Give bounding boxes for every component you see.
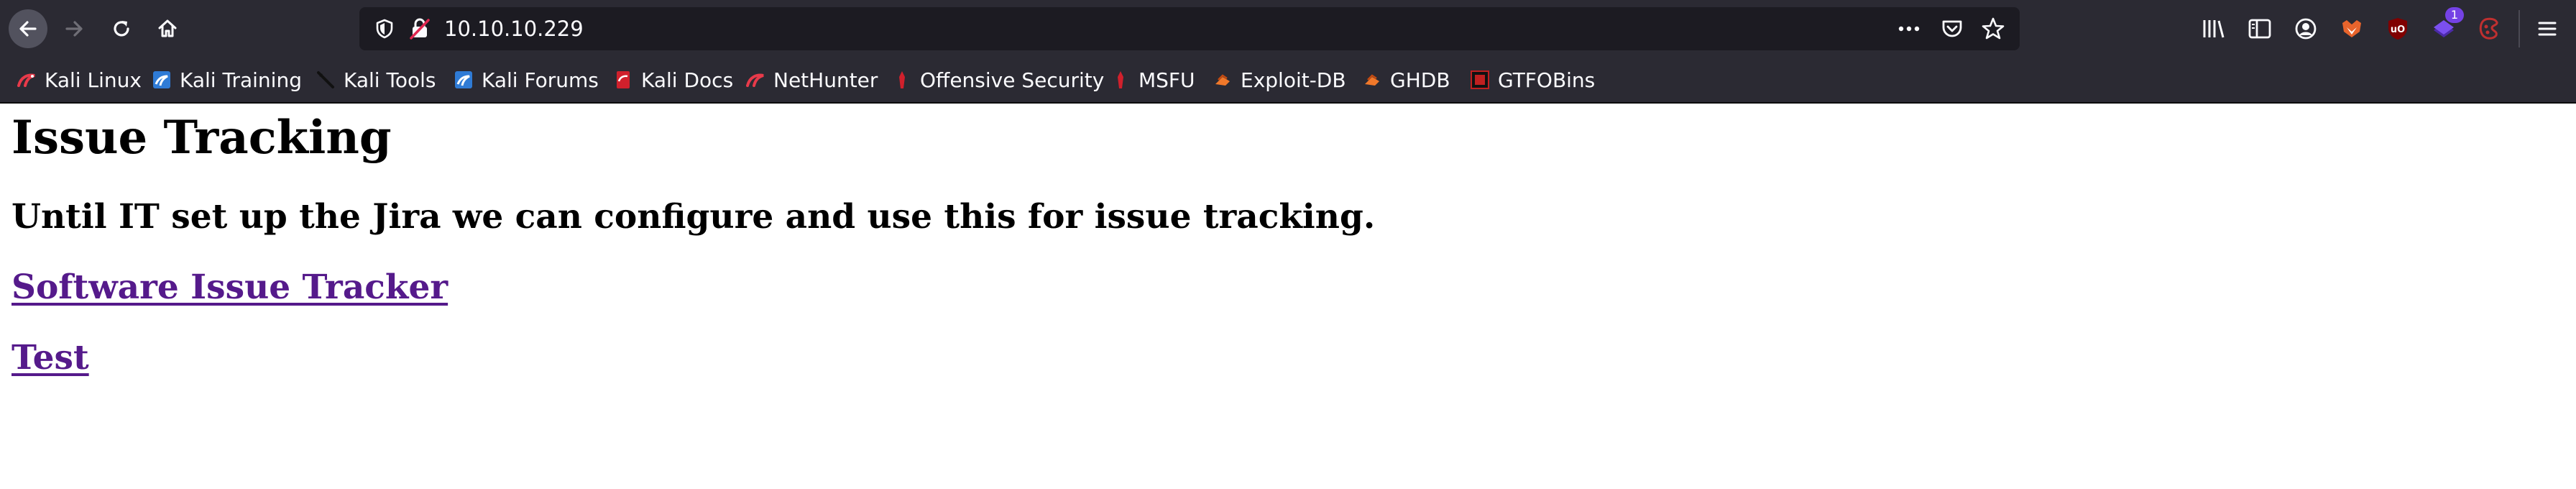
- nethunter-icon: [745, 69, 766, 91]
- kali-tools-icon: [315, 69, 336, 91]
- bookmark-nethunter[interactable]: NetHunter: [745, 58, 878, 102]
- kali-training-icon: [151, 69, 172, 91]
- hamburger-menu-icon[interactable]: [2533, 14, 2562, 43]
- kali-forums-icon: [453, 69, 474, 91]
- msfu-icon: [1110, 69, 1131, 91]
- bookmark-offensive-security[interactable]: Offensive Security: [891, 58, 1104, 102]
- account-icon[interactable]: [2291, 14, 2320, 43]
- ublock-origin-icon[interactable]: uO: [2383, 14, 2412, 43]
- navigation-toolbar: 10.10.10.229 uO 1: [0, 0, 2576, 58]
- arrow-right-icon: [65, 21, 83, 37]
- bookmark-star-icon[interactable]: [1981, 17, 2005, 44]
- kali-dragon-icon: [16, 69, 37, 91]
- browser-chrome: 10.10.10.229 uO 1 Kali Linux Kali Traini…: [0, 0, 2576, 104]
- cookie-editor-icon[interactable]: [2475, 14, 2504, 43]
- forward-button[interactable]: [55, 9, 93, 48]
- test-link[interactable]: Test: [12, 338, 89, 378]
- reload-icon: [114, 21, 129, 37]
- tracking-protection-icon[interactable]: [375, 19, 394, 42]
- bookmark-kali-docs[interactable]: Kali Docs: [612, 58, 733, 102]
- arrow-left-icon: [19, 21, 37, 37]
- software-issue-tracker-heading: Software Issue Tracker: [12, 268, 448, 307]
- ghdb-icon: [1361, 69, 1383, 91]
- bookmark-gtfobins[interactable]: GTFOBins: [1469, 58, 1595, 102]
- back-button[interactable]: [9, 9, 47, 48]
- page-content: Issue Tracking Until IT set up the Jira …: [0, 104, 2576, 489]
- pocket-icon[interactable]: [1941, 17, 1964, 43]
- extension-count-badge: 1: [2445, 7, 2464, 23]
- sidebar-icon[interactable]: [2245, 14, 2274, 43]
- foxyproxy-extension-icon[interactable]: [2337, 14, 2366, 43]
- bookmark-kali-forums[interactable]: Kali Forums: [453, 58, 599, 102]
- bookmark-ghdb[interactable]: GHDB: [1361, 58, 1450, 102]
- extension-badge-icon[interactable]: 1: [2429, 7, 2464, 43]
- library-icon[interactable]: [2199, 14, 2228, 43]
- kali-docs-icon: [612, 69, 634, 91]
- bookmarks-toolbar: Kali Linux Kali Training Kali Tools Kali…: [0, 58, 2576, 104]
- offsec-icon: [891, 69, 913, 91]
- page-subtitle: Until IT set up the Jira we can configur…: [12, 197, 1376, 237]
- reload-button[interactable]: [102, 9, 141, 48]
- page-actions-menu-icon[interactable]: [1898, 20, 1920, 40]
- bookmark-kali-training[interactable]: Kali Training: [151, 58, 302, 102]
- url-text[interactable]: 10.10.10.229: [444, 7, 584, 50]
- test-heading: Test: [12, 338, 89, 378]
- page-title: Issue Tracking: [12, 111, 392, 165]
- bookmark-exploit-db[interactable]: Exploit-DB: [1212, 58, 1346, 102]
- home-button[interactable]: [148, 9, 187, 48]
- bookmark-kali-tools[interactable]: Kali Tools: [315, 58, 436, 102]
- gtfobins-icon: [1469, 69, 1491, 91]
- bookmark-msfu[interactable]: MSFU: [1110, 58, 1195, 102]
- home-icon: [158, 19, 177, 37]
- address-bar[interactable]: 10.10.10.229: [359, 7, 2020, 50]
- exploit-db-icon: [1212, 69, 1233, 91]
- insecure-lock-icon[interactable]: [410, 18, 430, 42]
- bookmark-kali-linux[interactable]: Kali Linux: [16, 58, 142, 102]
- software-issue-tracker-link[interactable]: Software Issue Tracker: [12, 268, 448, 307]
- toolbar-separator: [2518, 10, 2520, 47]
- svg-text:uO: uO: [2391, 24, 2405, 35]
